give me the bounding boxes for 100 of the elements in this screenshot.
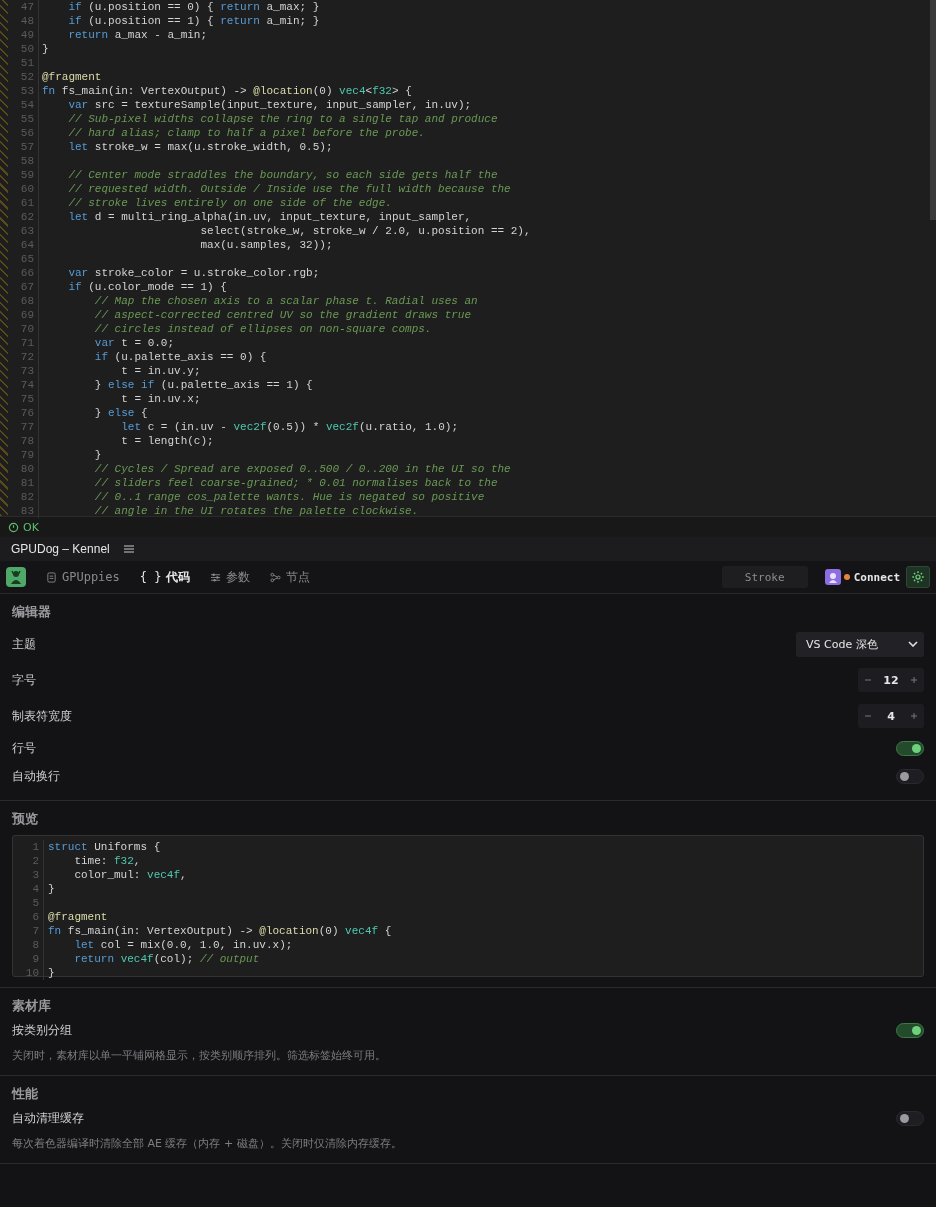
setting-label: 行号 <box>12 739 36 757</box>
code-line: // Map the chosen axis to a scalar phase t. Radial uses an <box>93 294 478 308</box>
setting-description: 关闭时，素材库以单一平铺网格显示，按类别顺序排列。筛选标签始终可用。 <box>12 1048 387 1063</box>
code-line: let stroke_w = max(u.stroke_width, 0.5); <box>67 140 333 154</box>
setting-label: 自动换行 <box>12 767 60 785</box>
tab[interactable]: 参数 <box>204 564 257 590</box>
section-title: 预览 <box>12 810 39 828</box>
line-number: 5 <box>13 896 44 910</box>
line-number: 59 <box>8 168 39 182</box>
code-line: struct Uniforms { <box>48 840 161 854</box>
code-line: let c = (in.uv - vec2f(0.5)) * vec2f(u.ratio, 1.0); <box>120 420 458 434</box>
line-number: 67 <box>8 280 39 294</box>
line-number: 71 <box>8 336 39 350</box>
plus-icon[interactable] <box>910 712 918 720</box>
line-number: 50 <box>8 42 39 56</box>
code-line: // requested width. Outside / Inside use the full width because the <box>67 182 511 196</box>
line-number: 79 <box>8 448 39 462</box>
settings-button[interactable] <box>906 566 930 588</box>
code-line: // hard alias; clamp to half a pixel before the probe. <box>67 126 425 140</box>
line-number: 3 <box>13 868 44 882</box>
line-number: 1 <box>13 840 44 854</box>
line-number: 53 <box>8 84 39 98</box>
line-number: 72 <box>8 350 39 364</box>
status-text: OK <box>23 520 39 534</box>
code-line: t = length(c); <box>120 434 214 448</box>
tab[interactable]: GPUppies <box>40 566 126 588</box>
logo-icon[interactable] <box>6 567 26 587</box>
section-title: 素材库 <box>12 997 52 1015</box>
code-line: } <box>48 966 55 980</box>
code-line: fn fs_main(in: VertexOutput) -> @location(0) vec4<f32> { <box>42 84 412 98</box>
code-line: if (u.position == 1) { return a_min; } <box>67 14 320 28</box>
code-line: if (u.palette_axis == 0) { <box>93 350 267 364</box>
theme-dropdown[interactable]: VS Code 深色 <box>796 631 924 657</box>
plus-icon[interactable] <box>910 676 918 684</box>
line-number: 69 <box>8 308 39 322</box>
code-line: return a_max - a_min; <box>67 28 208 42</box>
setting-description: 每次着色器编译时清除全部 AE 缓存（内存 + 磁盘）。关闭时仅清除内存缓存。 <box>12 1136 403 1151</box>
code-line: // angle in the UI rotates the palette clockwise. <box>93 504 419 518</box>
line-number: 7 <box>13 924 44 938</box>
code-line: } <box>93 448 102 462</box>
settings-icon <box>911 570 925 584</box>
setting-label: 字号 <box>12 671 36 689</box>
toggle-switch[interactable] <box>896 1110 924 1126</box>
code-line: // stroke lives entirely on one side of the edge. <box>67 196 392 210</box>
scrollbar-thumb[interactable] <box>930 0 936 220</box>
status-icon <box>8 521 19 533</box>
line-number: 78 <box>8 434 39 448</box>
code-editor[interactable] <box>0 0 936 516</box>
line-number: 51 <box>8 56 39 70</box>
code-line: max(u.samples, 32)); <box>199 238 333 252</box>
code-line: select(stroke_w, stroke_w / 2.0, u.position == 2), <box>199 224 531 238</box>
code-line: // Cycles / Spread are exposed 0..500 / 0..200 in the UI so the <box>93 462 511 476</box>
line-number: 81 <box>8 476 39 490</box>
code-line: // sliders feel coarse-grained; * 0.01 normalises back to the <box>93 476 498 490</box>
toggle-switch[interactable] <box>896 740 924 756</box>
line-number: 75 <box>8 392 39 406</box>
setting-label: 制表符宽度 <box>12 707 72 725</box>
line-number: 70 <box>8 322 39 336</box>
line-number: 55 <box>8 112 39 126</box>
toggle-switch[interactable] <box>896 768 924 784</box>
code-line: // Center mode straddles the boundary, so each side gets half the <box>67 168 498 182</box>
tab[interactable]: { } 代码 <box>133 564 197 590</box>
code-line: var t = 0.0; <box>93 336 175 350</box>
line-number: 63 <box>8 224 39 238</box>
setting-label: 主题 <box>12 635 36 653</box>
code-line: } else if (u.palette_axis == 1) { <box>93 378 313 392</box>
nodes-icon <box>270 571 282 583</box>
code-line: t = in.uv.x; <box>120 392 201 406</box>
toggle-switch[interactable] <box>896 1022 924 1038</box>
tab[interactable]: 节点 <box>264 564 317 590</box>
section-title: 性能 <box>12 1085 39 1103</box>
code-line: time: f32, <box>73 854 141 868</box>
code-line: let col = mix(0.0, 1.0, in.uv.x); <box>73 938 293 952</box>
code-line: return vec4f(col); // output <box>73 952 260 966</box>
code-line: color_mul: vec4f, <box>73 868 187 882</box>
code-line: fn fs_main(in: VertexOutput) -> @location(0) vec4f { <box>48 924 392 938</box>
line-number: 74 <box>8 378 39 392</box>
code-line: if (u.position == 0) { return a_max; } <box>67 0 320 14</box>
number-stepper[interactable]: 12 <box>858 668 924 692</box>
line-number: 4 <box>13 882 44 896</box>
menu-icon[interactable] <box>123 545 134 553</box>
setting-label: 自动清理缓存 <box>12 1109 84 1127</box>
code-line: // aspect-corrected centred UV so the gradient draws true <box>93 308 472 322</box>
connect-button[interactable]: Connect <box>851 568 902 586</box>
number-stepper[interactable]: 4 <box>858 704 924 728</box>
code-line: @fragment <box>42 70 102 84</box>
shader-name-field[interactable]: Stroke <box>721 566 808 588</box>
line-number: 48 <box>8 14 39 28</box>
code-line: var src = textureSample(input_texture, input_sampler, in.uv); <box>67 98 472 112</box>
line-number: 47 <box>8 0 39 14</box>
chevron-down-icon <box>908 641 918 647</box>
setting-label: 按类别分组 <box>12 1021 72 1039</box>
code-line: // 0..1 range cos_palette wants. Hue is negated so positive <box>93 490 485 504</box>
line-number: 61 <box>8 196 39 210</box>
line-number: 64 <box>8 238 39 252</box>
code-line: @fragment <box>48 910 108 924</box>
document-icon <box>46 571 57 583</box>
line-number: 73 <box>8 364 39 378</box>
line-number: 76 <box>8 406 39 420</box>
line-number: 49 <box>8 28 39 42</box>
